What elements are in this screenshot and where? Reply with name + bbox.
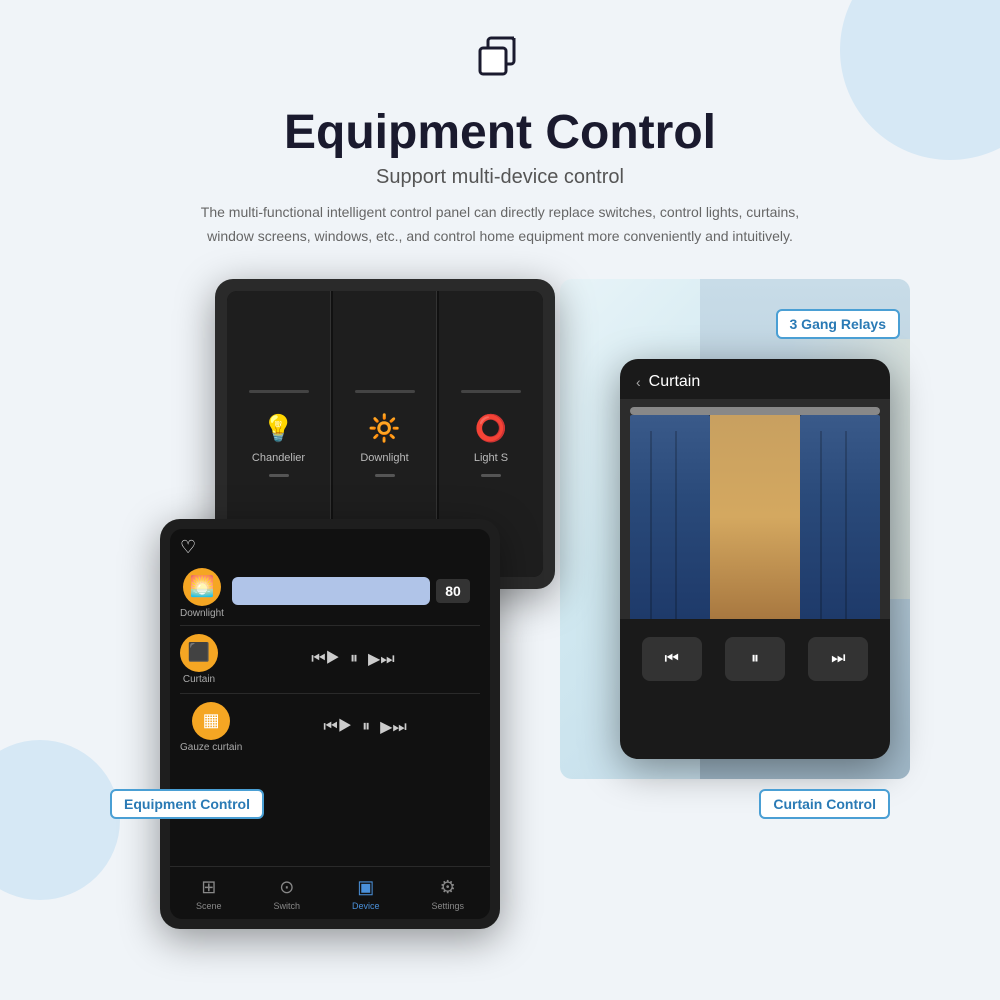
gauze-device-label: Gauze curtain xyxy=(180,742,242,753)
equipment-callout-label: Equipment Control xyxy=(124,796,250,812)
curtain-callout-label: Curtain Control xyxy=(773,796,876,812)
curtain-prev-icon: ⏮ xyxy=(664,650,678,668)
curtain-media-controls: ⏮▶ ⏸ ▶⏭ xyxy=(226,649,480,669)
gauze-device-row: ▦ Gauze curtain ⏮▶ ⏸ ▶⏭ xyxy=(170,694,490,761)
downlight-icon-wrap: 🌅 Downlight xyxy=(180,568,224,619)
curtain-forward-icon[interactable]: ▶⏭ xyxy=(368,649,395,669)
curtain-device-label: Curtain xyxy=(183,674,215,685)
page-title: Equipment Control xyxy=(284,105,716,160)
devices-area: 💡 Chandelier 🔆 Downlight ⭕ Light S xyxy=(110,279,890,859)
chandelier-icon: 💡 xyxy=(262,413,294,444)
relay-top-bar-1 xyxy=(249,390,309,393)
curtain-next-button[interactable]: ⏭ xyxy=(808,637,868,681)
relay-dash-2 xyxy=(375,474,395,477)
header-icon xyxy=(470,30,530,95)
curtain-pause-icon[interactable]: ⏸ xyxy=(350,650,358,668)
downlight-device-row: 🌅 Downlight 80 xyxy=(170,562,490,625)
downlight-sun-icon: 🌅 xyxy=(190,574,215,599)
chandelier-label: Chandelier xyxy=(252,452,305,464)
fold-3 xyxy=(820,431,822,619)
curtain-pause-button[interactable]: ⏸ xyxy=(725,637,785,681)
downlight-device-icon[interactable]: 🌅 xyxy=(183,568,221,606)
relay-callout-label: 3 Gang Relays xyxy=(790,316,887,332)
curtain-right-panel xyxy=(800,415,880,619)
favorite-icon[interactable]: ♡ xyxy=(170,529,490,562)
relay-dash-1 xyxy=(269,474,289,477)
brightness-row: 80 xyxy=(232,577,470,605)
curtain-rewind-icon[interactable]: ⏮▶ xyxy=(311,650,340,668)
device-label: Device xyxy=(352,901,380,911)
curtain-next-icon: ⏭ xyxy=(831,650,845,668)
curtain-device-icon-symbol: ⬛ xyxy=(188,642,210,663)
fold-1 xyxy=(650,431,652,619)
curtain-center-light xyxy=(710,415,800,619)
nav-device[interactable]: ▣ Device xyxy=(352,877,380,911)
curtain-icon-wrap: ⬛ Curtain xyxy=(180,634,218,685)
curtain-device-icon[interactable]: ⬛ xyxy=(180,634,218,672)
page-description: The multi-functional intelligent control… xyxy=(190,201,810,249)
nav-switch[interactable]: ⊙ Switch xyxy=(273,877,300,911)
scene-icon: ⊞ xyxy=(201,877,216,898)
brightness-slider[interactable] xyxy=(232,577,430,605)
fold-4 xyxy=(845,431,847,619)
back-arrow-icon[interactable]: ‹ xyxy=(636,374,641,390)
curtain-control-buttons: ⏮ ⏸ ⏭ xyxy=(620,619,890,699)
bottom-navigation: ⊞ Scene ⊙ Switch ▣ Device ⚙ Settings xyxy=(170,866,490,919)
relay-dash-3 xyxy=(481,474,501,477)
gauze-device-icon-symbol: ▦ xyxy=(203,710,220,731)
main-panel-inner: ♡ 🌅 Downlight 80 xyxy=(170,529,490,919)
curtain-panel-title: Curtain xyxy=(649,373,701,391)
downlight-device-label: Downlight xyxy=(180,608,224,619)
switch-label: Switch xyxy=(273,901,300,911)
equipment-callout: Equipment Control xyxy=(110,789,264,819)
curtain-rod xyxy=(630,407,880,415)
relay-top-bar-2 xyxy=(355,390,415,393)
curtain-callout: Curtain Control xyxy=(759,789,890,819)
downlight-controls: 80 xyxy=(232,577,480,609)
curtain-pause-icon: ⏸ xyxy=(751,650,759,668)
curtain-device-row: ⬛ Curtain ⏮▶ ⏸ ▶⏭ xyxy=(170,626,490,693)
gauze-forward-icon[interactable]: ▶⏭ xyxy=(380,717,407,737)
curtain-image-area xyxy=(620,399,890,619)
gauze-pause-icon[interactable]: ⏸ xyxy=(362,718,370,736)
lights-icon: ⭕ xyxy=(475,413,507,444)
lights-label: Light S xyxy=(474,452,508,464)
gauze-media-controls: ⏮▶ ⏸ ▶⏭ xyxy=(250,717,480,737)
relay-top-bar-3 xyxy=(461,390,521,393)
nav-settings[interactable]: ⚙ Settings xyxy=(431,877,464,911)
main-panel: ♡ 🌅 Downlight 80 xyxy=(160,519,500,929)
gauze-device-icon[interactable]: ▦ xyxy=(192,702,230,740)
curtain-panel-header: ‹ Curtain xyxy=(620,359,890,399)
settings-label: Settings xyxy=(431,901,464,911)
downlight-label: Downlight xyxy=(360,452,408,464)
nav-scene[interactable]: ⊞ Scene xyxy=(196,877,222,911)
brightness-value: 80 xyxy=(436,579,470,603)
gauze-rewind-icon[interactable]: ⏮▶ xyxy=(323,718,352,736)
curtain-prev-button[interactable]: ⏮ xyxy=(642,637,702,681)
downlight-icon: 🔆 xyxy=(368,413,400,444)
relay-callout: 3 Gang Relays xyxy=(776,309,901,339)
device-icon: ▣ xyxy=(357,877,374,898)
page-subtitle: Support multi-device control xyxy=(376,166,624,189)
gauze-icon-wrap: ▦ Gauze curtain xyxy=(180,702,242,753)
curtain-panel: ‹ Curtain ⏮ xyxy=(620,359,890,759)
switch-icon: ⊙ xyxy=(279,877,294,898)
settings-icon: ⚙ xyxy=(440,877,456,898)
scene-label: Scene xyxy=(196,901,222,911)
fold-2 xyxy=(675,431,677,619)
page-container: Equipment Control Support multi-device c… xyxy=(0,0,1000,1000)
curtain-left-panel xyxy=(630,415,710,619)
